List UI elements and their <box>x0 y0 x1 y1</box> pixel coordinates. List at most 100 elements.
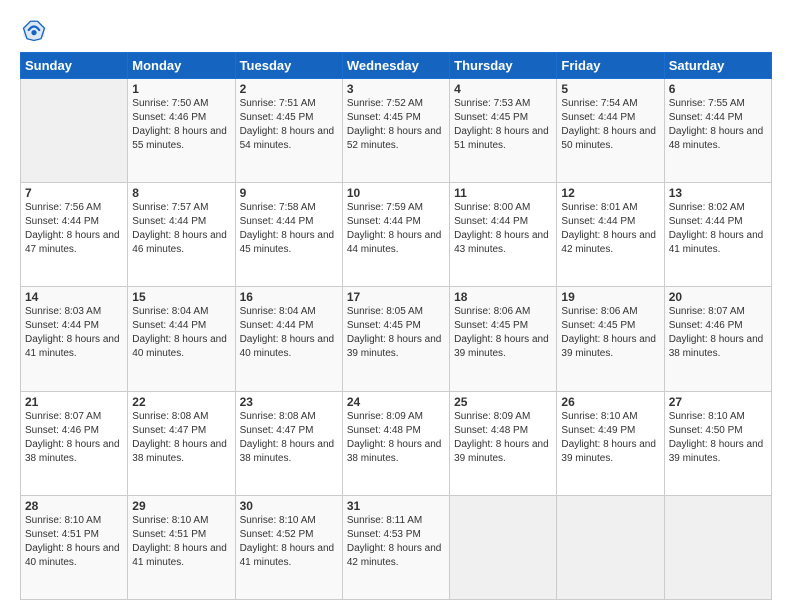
day-info: Sunrise: 8:05 AMSunset: 4:45 PMDaylight:… <box>347 305 445 361</box>
weekday-wednesday: Wednesday <box>342 53 449 79</box>
week-row-0: 1Sunrise: 7:50 AMSunset: 4:46 PMDaylight… <box>21 79 772 183</box>
day-info: Sunrise: 8:10 AMSunset: 4:50 PMDaylight:… <box>669 410 767 466</box>
day-cell: 29Sunrise: 8:10 AMSunset: 4:51 PMDayligh… <box>128 495 235 599</box>
day-number: 23 <box>240 395 338 409</box>
day-cell: 5Sunrise: 7:54 AMSunset: 4:44 PMDaylight… <box>557 79 664 183</box>
day-info: Sunrise: 7:50 AMSunset: 4:46 PMDaylight:… <box>132 97 230 153</box>
day-info: Sunrise: 8:01 AMSunset: 4:44 PMDaylight:… <box>561 201 659 257</box>
day-cell: 12Sunrise: 8:01 AMSunset: 4:44 PMDayligh… <box>557 183 664 287</box>
day-info: Sunrise: 8:10 AMSunset: 4:51 PMDaylight:… <box>132 514 230 570</box>
day-cell: 30Sunrise: 8:10 AMSunset: 4:52 PMDayligh… <box>235 495 342 599</box>
day-info: Sunrise: 8:00 AMSunset: 4:44 PMDaylight:… <box>454 201 552 257</box>
day-info: Sunrise: 8:09 AMSunset: 4:48 PMDaylight:… <box>454 410 552 466</box>
day-number: 15 <box>132 290 230 304</box>
day-cell: 25Sunrise: 8:09 AMSunset: 4:48 PMDayligh… <box>450 391 557 495</box>
day-info: Sunrise: 8:07 AMSunset: 4:46 PMDaylight:… <box>669 305 767 361</box>
day-info: Sunrise: 7:51 AMSunset: 4:45 PMDaylight:… <box>240 97 338 153</box>
weekday-tuesday: Tuesday <box>235 53 342 79</box>
day-info: Sunrise: 8:10 AMSunset: 4:52 PMDaylight:… <box>240 514 338 570</box>
day-info: Sunrise: 7:55 AMSunset: 4:44 PMDaylight:… <box>669 97 767 153</box>
day-cell: 28Sunrise: 8:10 AMSunset: 4:51 PMDayligh… <box>21 495 128 599</box>
weekday-thursday: Thursday <box>450 53 557 79</box>
day-info: Sunrise: 7:52 AMSunset: 4:45 PMDaylight:… <box>347 97 445 153</box>
day-cell: 7Sunrise: 7:56 AMSunset: 4:44 PMDaylight… <box>21 183 128 287</box>
day-number: 21 <box>25 395 123 409</box>
day-number: 16 <box>240 290 338 304</box>
day-cell <box>664 495 771 599</box>
weekday-saturday: Saturday <box>664 53 771 79</box>
day-number: 12 <box>561 186 659 200</box>
day-cell: 27Sunrise: 8:10 AMSunset: 4:50 PMDayligh… <box>664 391 771 495</box>
day-number: 25 <box>454 395 552 409</box>
weekday-friday: Friday <box>557 53 664 79</box>
day-info: Sunrise: 8:09 AMSunset: 4:48 PMDaylight:… <box>347 410 445 466</box>
day-number: 26 <box>561 395 659 409</box>
calendar-table: SundayMondayTuesdayWednesdayThursdayFrid… <box>20 52 772 600</box>
day-info: Sunrise: 8:10 AMSunset: 4:51 PMDaylight:… <box>25 514 123 570</box>
week-row-3: 21Sunrise: 8:07 AMSunset: 4:46 PMDayligh… <box>21 391 772 495</box>
day-number: 1 <box>132 82 230 96</box>
day-cell: 19Sunrise: 8:06 AMSunset: 4:45 PMDayligh… <box>557 287 664 391</box>
day-info: Sunrise: 7:57 AMSunset: 4:44 PMDaylight:… <box>132 201 230 257</box>
day-number: 13 <box>669 186 767 200</box>
day-number: 29 <box>132 499 230 513</box>
day-info: Sunrise: 8:08 AMSunset: 4:47 PMDaylight:… <box>240 410 338 466</box>
day-number: 6 <box>669 82 767 96</box>
day-cell: 22Sunrise: 8:08 AMSunset: 4:47 PMDayligh… <box>128 391 235 495</box>
day-info: Sunrise: 8:08 AMSunset: 4:47 PMDaylight:… <box>132 410 230 466</box>
day-cell: 17Sunrise: 8:05 AMSunset: 4:45 PMDayligh… <box>342 287 449 391</box>
day-number: 8 <box>132 186 230 200</box>
day-cell: 9Sunrise: 7:58 AMSunset: 4:44 PMDaylight… <box>235 183 342 287</box>
day-number: 2 <box>240 82 338 96</box>
day-cell: 6Sunrise: 7:55 AMSunset: 4:44 PMDaylight… <box>664 79 771 183</box>
week-row-2: 14Sunrise: 8:03 AMSunset: 4:44 PMDayligh… <box>21 287 772 391</box>
day-number: 20 <box>669 290 767 304</box>
day-cell: 1Sunrise: 7:50 AMSunset: 4:46 PMDaylight… <box>128 79 235 183</box>
day-info: Sunrise: 8:04 AMSunset: 4:44 PMDaylight:… <box>240 305 338 361</box>
day-info: Sunrise: 8:03 AMSunset: 4:44 PMDaylight:… <box>25 305 123 361</box>
page: SundayMondayTuesdayWednesdayThursdayFrid… <box>0 0 792 612</box>
day-cell: 20Sunrise: 8:07 AMSunset: 4:46 PMDayligh… <box>664 287 771 391</box>
day-cell <box>21 79 128 183</box>
day-number: 22 <box>132 395 230 409</box>
weekday-monday: Monday <box>128 53 235 79</box>
day-info: Sunrise: 8:07 AMSunset: 4:46 PMDaylight:… <box>25 410 123 466</box>
logo-icon <box>20 16 48 44</box>
header <box>20 16 772 44</box>
day-cell: 31Sunrise: 8:11 AMSunset: 4:53 PMDayligh… <box>342 495 449 599</box>
day-number: 9 <box>240 186 338 200</box>
day-info: Sunrise: 8:11 AMSunset: 4:53 PMDaylight:… <box>347 514 445 570</box>
day-number: 30 <box>240 499 338 513</box>
day-cell <box>557 495 664 599</box>
day-cell: 4Sunrise: 7:53 AMSunset: 4:45 PMDaylight… <box>450 79 557 183</box>
day-info: Sunrise: 8:02 AMSunset: 4:44 PMDaylight:… <box>669 201 767 257</box>
day-number: 31 <box>347 499 445 513</box>
day-cell: 26Sunrise: 8:10 AMSunset: 4:49 PMDayligh… <box>557 391 664 495</box>
day-number: 24 <box>347 395 445 409</box>
day-number: 4 <box>454 82 552 96</box>
day-cell: 16Sunrise: 8:04 AMSunset: 4:44 PMDayligh… <box>235 287 342 391</box>
day-number: 19 <box>561 290 659 304</box>
day-cell: 15Sunrise: 8:04 AMSunset: 4:44 PMDayligh… <box>128 287 235 391</box>
day-cell: 10Sunrise: 7:59 AMSunset: 4:44 PMDayligh… <box>342 183 449 287</box>
day-number: 3 <box>347 82 445 96</box>
day-cell: 18Sunrise: 8:06 AMSunset: 4:45 PMDayligh… <box>450 287 557 391</box>
day-cell: 2Sunrise: 7:51 AMSunset: 4:45 PMDaylight… <box>235 79 342 183</box>
day-info: Sunrise: 8:06 AMSunset: 4:45 PMDaylight:… <box>454 305 552 361</box>
logo <box>20 16 52 44</box>
day-number: 5 <box>561 82 659 96</box>
day-info: Sunrise: 7:53 AMSunset: 4:45 PMDaylight:… <box>454 97 552 153</box>
day-number: 17 <box>347 290 445 304</box>
day-cell: 8Sunrise: 7:57 AMSunset: 4:44 PMDaylight… <box>128 183 235 287</box>
day-number: 27 <box>669 395 767 409</box>
day-info: Sunrise: 8:10 AMSunset: 4:49 PMDaylight:… <box>561 410 659 466</box>
day-cell: 14Sunrise: 8:03 AMSunset: 4:44 PMDayligh… <box>21 287 128 391</box>
day-cell: 13Sunrise: 8:02 AMSunset: 4:44 PMDayligh… <box>664 183 771 287</box>
week-row-4: 28Sunrise: 8:10 AMSunset: 4:51 PMDayligh… <box>21 495 772 599</box>
day-number: 11 <box>454 186 552 200</box>
day-number: 7 <box>25 186 123 200</box>
day-info: Sunrise: 7:56 AMSunset: 4:44 PMDaylight:… <box>25 201 123 257</box>
week-row-1: 7Sunrise: 7:56 AMSunset: 4:44 PMDaylight… <box>21 183 772 287</box>
day-number: 18 <box>454 290 552 304</box>
day-info: Sunrise: 8:06 AMSunset: 4:45 PMDaylight:… <box>561 305 659 361</box>
